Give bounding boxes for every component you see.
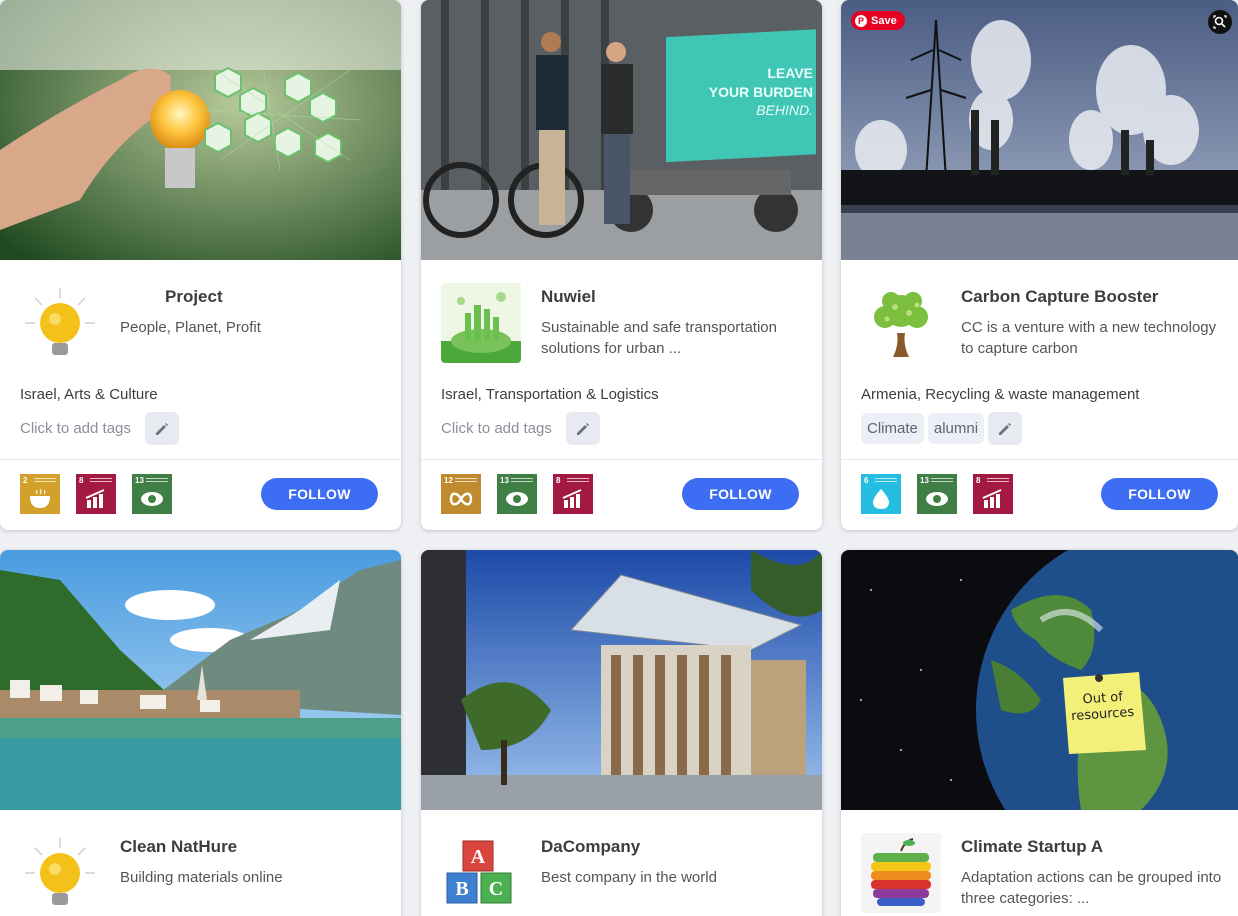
project-logo: A B C <box>441 833 521 913</box>
image-slogan: LEAVE <box>767 65 813 81</box>
card-cover-image <box>0 550 401 810</box>
sdg-badge[interactable]: 12 <box>441 474 481 514</box>
project-name[interactable]: DaCompany <box>541 837 640 857</box>
sdg-badge[interactable]: 13 <box>917 474 957 514</box>
project-name[interactable]: Clean NatHure <box>120 837 237 857</box>
card-divider <box>841 459 1238 460</box>
sticky-note-text: Out of <box>1082 690 1124 708</box>
project-description: Best company in the world <box>541 869 717 886</box>
card-cover-image <box>0 0 401 260</box>
sdg-badge[interactable]: 13 <box>132 474 172 514</box>
project-description: Building materials online <box>120 869 283 886</box>
project-description: People, Planet, Profit <box>120 319 261 336</box>
project-grid: Project People, Planet, Profit Israel, A… <box>0 0 1238 916</box>
project-location: Armenia, Recycling & waste management <box>861 386 1140 403</box>
sdg-badge[interactable]: 8 <box>76 474 116 514</box>
svg-text:A: A <box>471 846 486 868</box>
tags-row: Click to add tags <box>441 412 600 445</box>
tag-chip[interactable]: Climate <box>861 413 924 444</box>
card-cover-image <box>421 550 822 810</box>
sdg-badge[interactable]: 6 <box>861 474 901 514</box>
sdg-list: 2 8 13 <box>20 474 172 514</box>
follow-button[interactable]: FOLLOW <box>682 478 799 510</box>
pencil-icon <box>155 422 168 435</box>
project-logo <box>861 283 941 363</box>
tags-row: Climate alumni <box>861 412 1023 445</box>
project-logo <box>861 833 941 913</box>
sdg-badge[interactable]: 2 <box>20 474 60 514</box>
pinterest-icon: P <box>855 14 867 27</box>
add-tags-link[interactable]: Click to add tags <box>20 420 131 437</box>
pencil-icon <box>999 422 1012 435</box>
card-cover-image: P Save <box>841 0 1238 260</box>
project-location: Israel, Arts & Culture <box>20 386 158 403</box>
card-divider <box>421 459 822 460</box>
project-description: Adaptation actions can be grouped into t… <box>961 869 1222 907</box>
svg-text:B: B <box>455 878 468 900</box>
sdg-list: 6 13 8 <box>861 474 1013 514</box>
project-description: CC is a venture with a new technology to… <box>961 319 1217 357</box>
project-logo <box>20 283 100 363</box>
card-divider <box>0 459 401 460</box>
svg-text:C: C <box>489 878 503 900</box>
edit-tags-button[interactable] <box>144 412 179 445</box>
add-tags-link[interactable]: Click to add tags <box>441 420 552 437</box>
project-description: Sustainable and safe transportation solu… <box>541 319 777 357</box>
card-cover-image: LEAVE YOUR BURDEN BEHIND. <box>421 0 822 260</box>
pinterest-save-button[interactable]: P Save <box>851 11 905 30</box>
project-card[interactable]: Project People, Planet, Profit Israel, A… <box>0 0 401 530</box>
card-cover-image: Out of resources <box>841 550 1238 810</box>
tags-row: Click to add tags <box>20 412 179 445</box>
project-card[interactable]: Clean NatHure Building materials online <box>0 550 401 916</box>
pencil-icon <box>576 422 589 435</box>
visual-search-icon[interactable] <box>1208 10 1232 34</box>
project-name[interactable]: Project <box>165 287 223 307</box>
sdg-badge[interactable]: 8 <box>553 474 593 514</box>
edit-tags-button[interactable] <box>988 412 1023 445</box>
project-card[interactable]: LEAVE YOUR BURDEN BEHIND. Nuwiel Sustain… <box>421 0 822 530</box>
sdg-badge[interactable]: 8 <box>973 474 1013 514</box>
project-card[interactable]: A B C DaCompany Best company in the worl… <box>421 550 822 916</box>
follow-button[interactable]: FOLLOW <box>1101 478 1218 510</box>
project-name[interactable]: Carbon Capture Booster <box>961 287 1158 307</box>
sdg-list: 12 13 8 <box>441 474 593 514</box>
project-location: Israel, Transportation & Logistics <box>441 386 659 403</box>
tag-chip[interactable]: alumni <box>927 413 985 444</box>
image-slogan: BEHIND. <box>756 102 813 118</box>
project-card[interactable]: P Save Carbon Capture Booster CC is a ve… <box>841 0 1238 530</box>
project-name[interactable]: Climate Startup A <box>961 837 1103 857</box>
follow-button[interactable]: FOLLOW <box>261 478 378 510</box>
project-name[interactable]: Nuwiel <box>541 287 596 307</box>
project-card[interactable]: Out of resources Climate Startup A Adapt… <box>841 550 1238 916</box>
image-slogan: YOUR BURDEN <box>709 84 813 100</box>
project-logo <box>441 283 521 363</box>
sdg-badge[interactable]: 13 <box>497 474 537 514</box>
edit-tags-button[interactable] <box>565 412 600 445</box>
project-logo <box>20 833 100 913</box>
